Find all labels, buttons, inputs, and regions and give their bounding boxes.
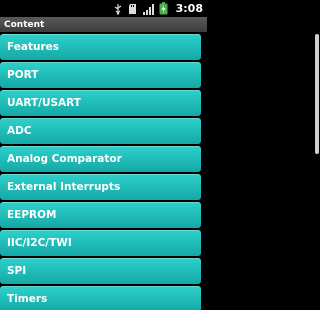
list-item-label: PORT <box>7 69 39 81</box>
battery-charging-icon <box>159 2 168 15</box>
sd-card-icon <box>128 2 138 15</box>
list-item-label: SPI <box>7 265 27 277</box>
list-item-analog-comparator[interactable]: Analog Comparator <box>0 146 201 172</box>
list-item-label: Features <box>7 41 59 53</box>
list-item-label: Timers <box>7 293 48 305</box>
status-bar: 3:08 <box>0 0 207 17</box>
list-item-iic-i2c-twi[interactable]: IIC/I2C/TWI <box>0 230 201 256</box>
usb-icon <box>112 2 124 15</box>
signal-icon <box>142 2 155 15</box>
list-item-label: EEPROM <box>7 209 57 221</box>
list-item-eeprom[interactable]: EEPROM <box>0 202 201 228</box>
title-bar: Content <box>0 17 207 32</box>
list-item-adc[interactable]: ADC <box>0 118 201 144</box>
clock: 3:08 <box>175 2 203 15</box>
list-item-port[interactable]: PORT <box>0 62 201 88</box>
page-title: Content <box>4 19 45 30</box>
list-item-uart-usart[interactable]: UART/USART <box>0 90 201 116</box>
list-item-label: ADC <box>7 125 32 137</box>
scrollbar[interactable] <box>315 34 319 154</box>
list-item-label: IIC/I2C/TWI <box>7 237 72 249</box>
list-item-spi[interactable]: SPI <box>0 258 201 284</box>
list-item-external-interrupts[interactable]: External Interrupts <box>0 174 201 200</box>
list-item-label: External Interrupts <box>7 181 121 193</box>
content-list[interactable]: Features PORT UART/USART ADC Analog Comp… <box>0 32 207 310</box>
list-item-label: UART/USART <box>7 97 81 109</box>
list-item-label: Analog Comparator <box>7 153 122 165</box>
list-item-features[interactable]: Features <box>0 34 201 60</box>
list-item-timers[interactable]: Timers <box>0 286 201 310</box>
